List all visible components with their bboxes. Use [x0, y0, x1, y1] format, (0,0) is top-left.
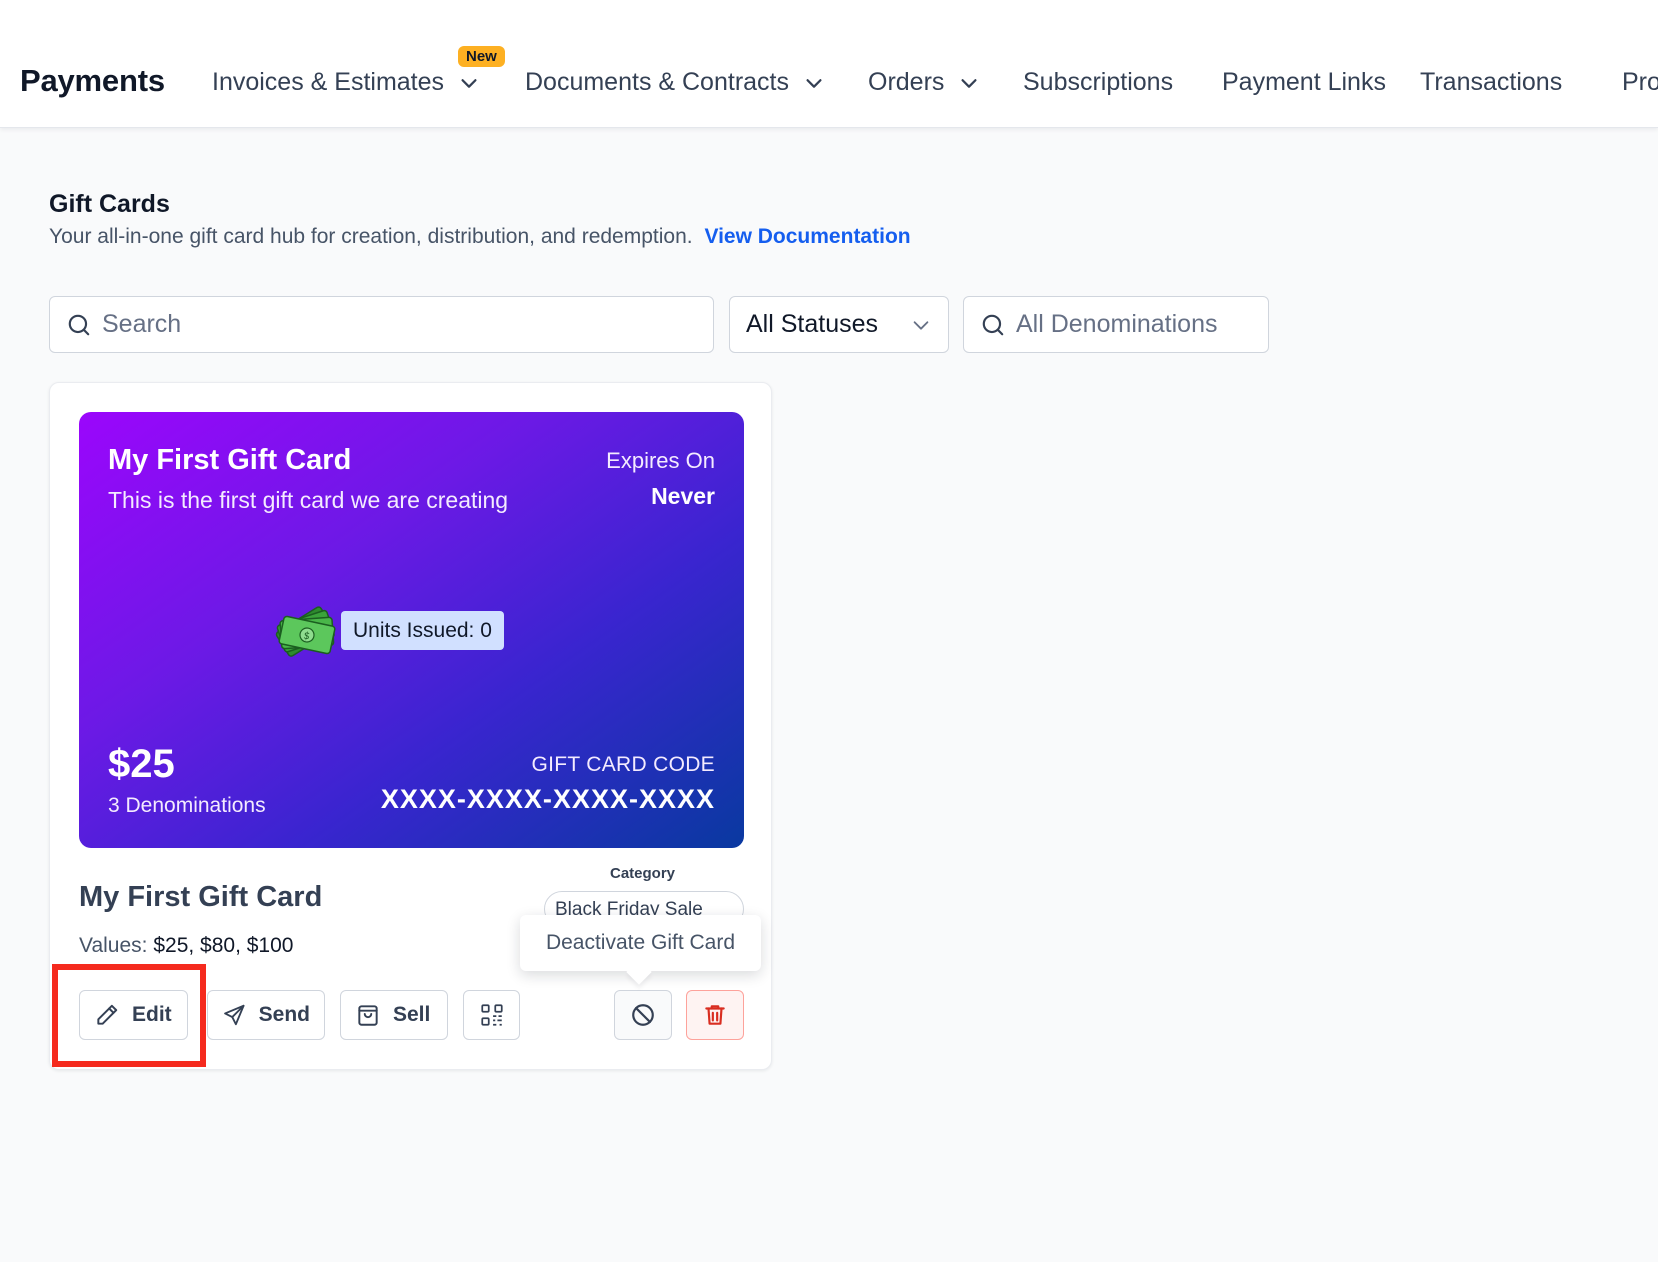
units-issued-badge: Units Issued: 0	[341, 611, 504, 650]
denominations-placeholder: All Denominations	[1016, 310, 1218, 338]
deactivate-button[interactable]	[614, 990, 672, 1040]
gift-card-values: Values: $25, $80, $100	[79, 934, 293, 958]
chevron-down-icon	[961, 78, 977, 88]
sell-label: Sell	[393, 1003, 431, 1026]
nav-payment-links[interactable]: Payment Links	[1222, 68, 1386, 97]
gift-card-name: My First Gift Card	[79, 881, 323, 913]
nav-label: Transactions	[1420, 68, 1563, 96]
gift-card-amount: $25	[108, 742, 175, 786]
edit-button[interactable]: Edit	[79, 990, 188, 1040]
edit-label: Edit	[132, 1003, 172, 1026]
top-nav-bar: Payments New Invoices & Estimates Docume…	[0, 0, 1658, 128]
new-badge: New	[458, 46, 505, 67]
send-button[interactable]: Send	[207, 990, 325, 1040]
nav-label: Pro	[1622, 68, 1658, 96]
nav-label: Subscriptions	[1023, 68, 1174, 96]
gift-card-preview-description: This is the first gift card we are creat…	[108, 487, 509, 513]
denominations-filter[interactable]: All Denominations	[963, 296, 1269, 353]
shopping-bag-icon	[358, 1005, 378, 1026]
category-label: Category	[610, 865, 676, 882]
values-list: $25, $80, $100	[153, 934, 294, 957]
chevron-down-icon	[806, 78, 822, 88]
send-icon	[224, 1004, 245, 1026]
money-stack-icon: $	[275, 606, 336, 657]
nav-label: Invoices & Estimates	[212, 68, 445, 96]
gift-card-preview-name: My First Gift Card	[108, 444, 352, 476]
chevron-down-icon	[913, 320, 929, 330]
qr-code-button[interactable]	[463, 990, 520, 1040]
units-issued-text: Units Issued: 0	[353, 618, 492, 642]
nav-products[interactable]: Pro	[1622, 68, 1658, 97]
pencil-icon	[97, 1004, 118, 1025]
nav-label: Payment Links	[1222, 68, 1386, 96]
expires-value: Never	[651, 483, 715, 509]
status-select-value: All Statuses	[746, 310, 879, 338]
qr-code-icon	[480, 1004, 503, 1026]
tooltip-text: Deactivate Gift Card	[545, 931, 736, 954]
search-icon	[68, 314, 90, 335]
expires-label: Expires On	[606, 448, 715, 473]
gift-card-code-label: GIFT CARD CODE	[531, 753, 715, 776]
delete-button[interactable]	[686, 990, 744, 1040]
nav-orders[interactable]: Orders	[868, 68, 980, 97]
nav-label: Orders	[868, 68, 945, 96]
trash-icon	[705, 1005, 725, 1025]
nav-subscriptions[interactable]: Subscriptions	[1023, 68, 1173, 97]
deactivate-tooltip: Deactivate Gift Card	[520, 915, 761, 971]
app-title: Payments	[20, 63, 165, 98]
search-placeholder: Search	[102, 310, 182, 338]
page-subtitle: Your all-in-one gift card hub for creati…	[49, 225, 911, 249]
gift-card-preview[interactable]: My First Gift Card This is the first gif…	[79, 412, 744, 848]
search-input[interactable]: Search	[49, 296, 714, 353]
sell-button[interactable]: Sell	[340, 990, 448, 1040]
search-icon	[982, 314, 1004, 335]
nav-documents-contracts[interactable]: Documents & Contracts	[525, 68, 825, 97]
view-documentation-link[interactable]: View Documentation	[704, 225, 910, 248]
gift-card-item: My First Gift Card This is the first gif…	[49, 382, 772, 1070]
nav-label: Documents & Contracts	[525, 68, 789, 96]
subtitle-text: Your all-in-one gift card hub for creati…	[49, 225, 693, 248]
page-title: Gift Cards	[49, 190, 170, 218]
nav-invoices-estimates[interactable]: Invoices & Estimates	[212, 68, 480, 97]
gift-card-code: XXXX-XXXX-XXXX-XXXX	[380, 784, 715, 814]
send-label: Send	[258, 1003, 310, 1026]
denominations-count: 3 Denominations	[108, 794, 266, 817]
ban-icon	[632, 1004, 654, 1026]
values-label: Values:	[79, 934, 148, 957]
nav-transactions[interactable]: Transactions	[1420, 68, 1562, 97]
chevron-down-icon	[461, 78, 477, 88]
status-select[interactable]: All Statuses	[729, 296, 949, 353]
